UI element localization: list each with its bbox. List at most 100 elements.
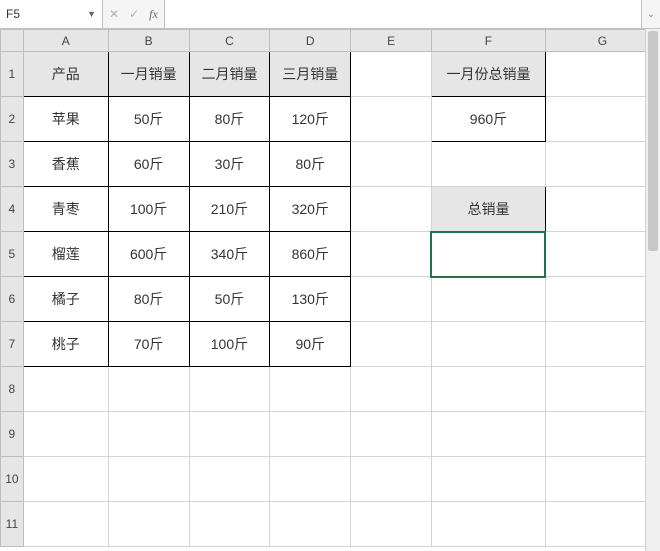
cell-C11[interactable]: [189, 502, 270, 547]
cell-D5[interactable]: 860斤: [270, 232, 351, 277]
row-header-9[interactable]: 9: [1, 412, 24, 457]
name-box-dropdown-icon[interactable]: ▼: [87, 9, 96, 19]
select-all-corner[interactable]: [1, 30, 24, 52]
cell-G4[interactable]: [545, 187, 659, 232]
cell-G8[interactable]: [545, 367, 659, 412]
cell-A11[interactable]: [23, 502, 108, 547]
row-header-6[interactable]: 6: [1, 277, 24, 322]
cell-G6[interactable]: [545, 277, 659, 322]
cell-A4[interactable]: 青枣: [23, 187, 108, 232]
cell-E1[interactable]: [351, 52, 432, 97]
cell-F7[interactable]: [431, 322, 545, 367]
cell-G10[interactable]: [545, 457, 659, 502]
cell-E6[interactable]: [351, 277, 432, 322]
cell-F10[interactable]: [431, 457, 545, 502]
row-header-7[interactable]: 7: [1, 322, 24, 367]
row-header-8[interactable]: 8: [1, 367, 24, 412]
name-box[interactable]: F5 ▼: [0, 0, 103, 28]
col-header-D[interactable]: D: [270, 30, 351, 52]
cell-A2[interactable]: 苹果: [23, 97, 108, 142]
cell-D6[interactable]: 130斤: [270, 277, 351, 322]
cell-E10[interactable]: [351, 457, 432, 502]
cell-B8[interactable]: [108, 367, 189, 412]
cell-C7[interactable]: 100斤: [189, 322, 270, 367]
col-header-B[interactable]: B: [108, 30, 189, 52]
cell-C6[interactable]: 50斤: [189, 277, 270, 322]
cell-C3[interactable]: 30斤: [189, 142, 270, 187]
cell-F9[interactable]: [431, 412, 545, 457]
cell-E8[interactable]: [351, 367, 432, 412]
row-header-5[interactable]: 5: [1, 232, 24, 277]
fx-icon[interactable]: fx: [149, 7, 158, 22]
cell-D9[interactable]: [270, 412, 351, 457]
cell-E3[interactable]: [351, 142, 432, 187]
row-header-11[interactable]: 11: [1, 502, 24, 547]
cell-E5[interactable]: [351, 232, 432, 277]
cell-D4[interactable]: 320斤: [270, 187, 351, 232]
cell-B10[interactable]: [108, 457, 189, 502]
cell-G2[interactable]: [545, 97, 659, 142]
cell-A8[interactable]: [23, 367, 108, 412]
cell-D11[interactable]: [270, 502, 351, 547]
cell-D2[interactable]: 120斤: [270, 97, 351, 142]
cell-G7[interactable]: [545, 322, 659, 367]
cell-C9[interactable]: [189, 412, 270, 457]
cell-B6[interactable]: 80斤: [108, 277, 189, 322]
cell-C1[interactable]: 二月销量: [189, 52, 270, 97]
cell-F8[interactable]: [431, 367, 545, 412]
cell-G3[interactable]: [545, 142, 659, 187]
cell-F2[interactable]: 960斤: [431, 97, 545, 142]
cell-A1[interactable]: 产品: [23, 52, 108, 97]
cell-E9[interactable]: [351, 412, 432, 457]
cell-E11[interactable]: [351, 502, 432, 547]
cell-F5[interactable]: [431, 232, 545, 277]
cell-F4[interactable]: 总销量: [431, 187, 545, 232]
cell-A3[interactable]: 香蕉: [23, 142, 108, 187]
col-header-F[interactable]: F: [431, 30, 545, 52]
cell-B5[interactable]: 600斤: [108, 232, 189, 277]
cell-C8[interactable]: [189, 367, 270, 412]
col-header-G[interactable]: G: [545, 30, 659, 52]
col-header-C[interactable]: C: [189, 30, 270, 52]
cell-A6[interactable]: 橘子: [23, 277, 108, 322]
row-header-4[interactable]: 4: [1, 187, 24, 232]
cancel-icon[interactable]: ✕: [109, 7, 119, 21]
cell-F6[interactable]: [431, 277, 545, 322]
cell-E7[interactable]: [351, 322, 432, 367]
cell-G5[interactable]: [545, 232, 659, 277]
cell-B7[interactable]: 70斤: [108, 322, 189, 367]
cell-G1[interactable]: [545, 52, 659, 97]
accept-icon[interactable]: ✓: [129, 7, 139, 21]
cell-B3[interactable]: 60斤: [108, 142, 189, 187]
spreadsheet-grid[interactable]: A B C D E F G 1 产品 一月销量 二月销量 三月销量 一月份总销量: [0, 29, 660, 551]
cell-D7[interactable]: 90斤: [270, 322, 351, 367]
scrollbar-thumb[interactable]: [648, 31, 658, 251]
col-header-E[interactable]: E: [351, 30, 432, 52]
cell-F1[interactable]: 一月份总销量: [431, 52, 545, 97]
cell-G11[interactable]: [545, 502, 659, 547]
expand-formula-bar-icon[interactable]: ⌄: [641, 0, 660, 28]
cell-A9[interactable]: [23, 412, 108, 457]
cell-B1[interactable]: 一月销量: [108, 52, 189, 97]
cell-D3[interactable]: 80斤: [270, 142, 351, 187]
vertical-scrollbar[interactable]: [645, 29, 660, 551]
cell-B9[interactable]: [108, 412, 189, 457]
cell-F11[interactable]: [431, 502, 545, 547]
row-header-10[interactable]: 10: [1, 457, 24, 502]
cell-C4[interactable]: 210斤: [189, 187, 270, 232]
cell-B11[interactable]: [108, 502, 189, 547]
cell-D10[interactable]: [270, 457, 351, 502]
row-header-1[interactable]: 1: [1, 52, 24, 97]
cell-D8[interactable]: [270, 367, 351, 412]
cell-A10[interactable]: [23, 457, 108, 502]
row-header-3[interactable]: 3: [1, 142, 24, 187]
cell-D1[interactable]: 三月销量: [270, 52, 351, 97]
formula-input[interactable]: [165, 0, 641, 28]
cell-E2[interactable]: [351, 97, 432, 142]
col-header-A[interactable]: A: [23, 30, 108, 52]
cell-A7[interactable]: 桃子: [23, 322, 108, 367]
cell-E4[interactable]: [351, 187, 432, 232]
cell-F3[interactable]: [431, 142, 545, 187]
cell-C5[interactable]: 340斤: [189, 232, 270, 277]
cell-G9[interactable]: [545, 412, 659, 457]
